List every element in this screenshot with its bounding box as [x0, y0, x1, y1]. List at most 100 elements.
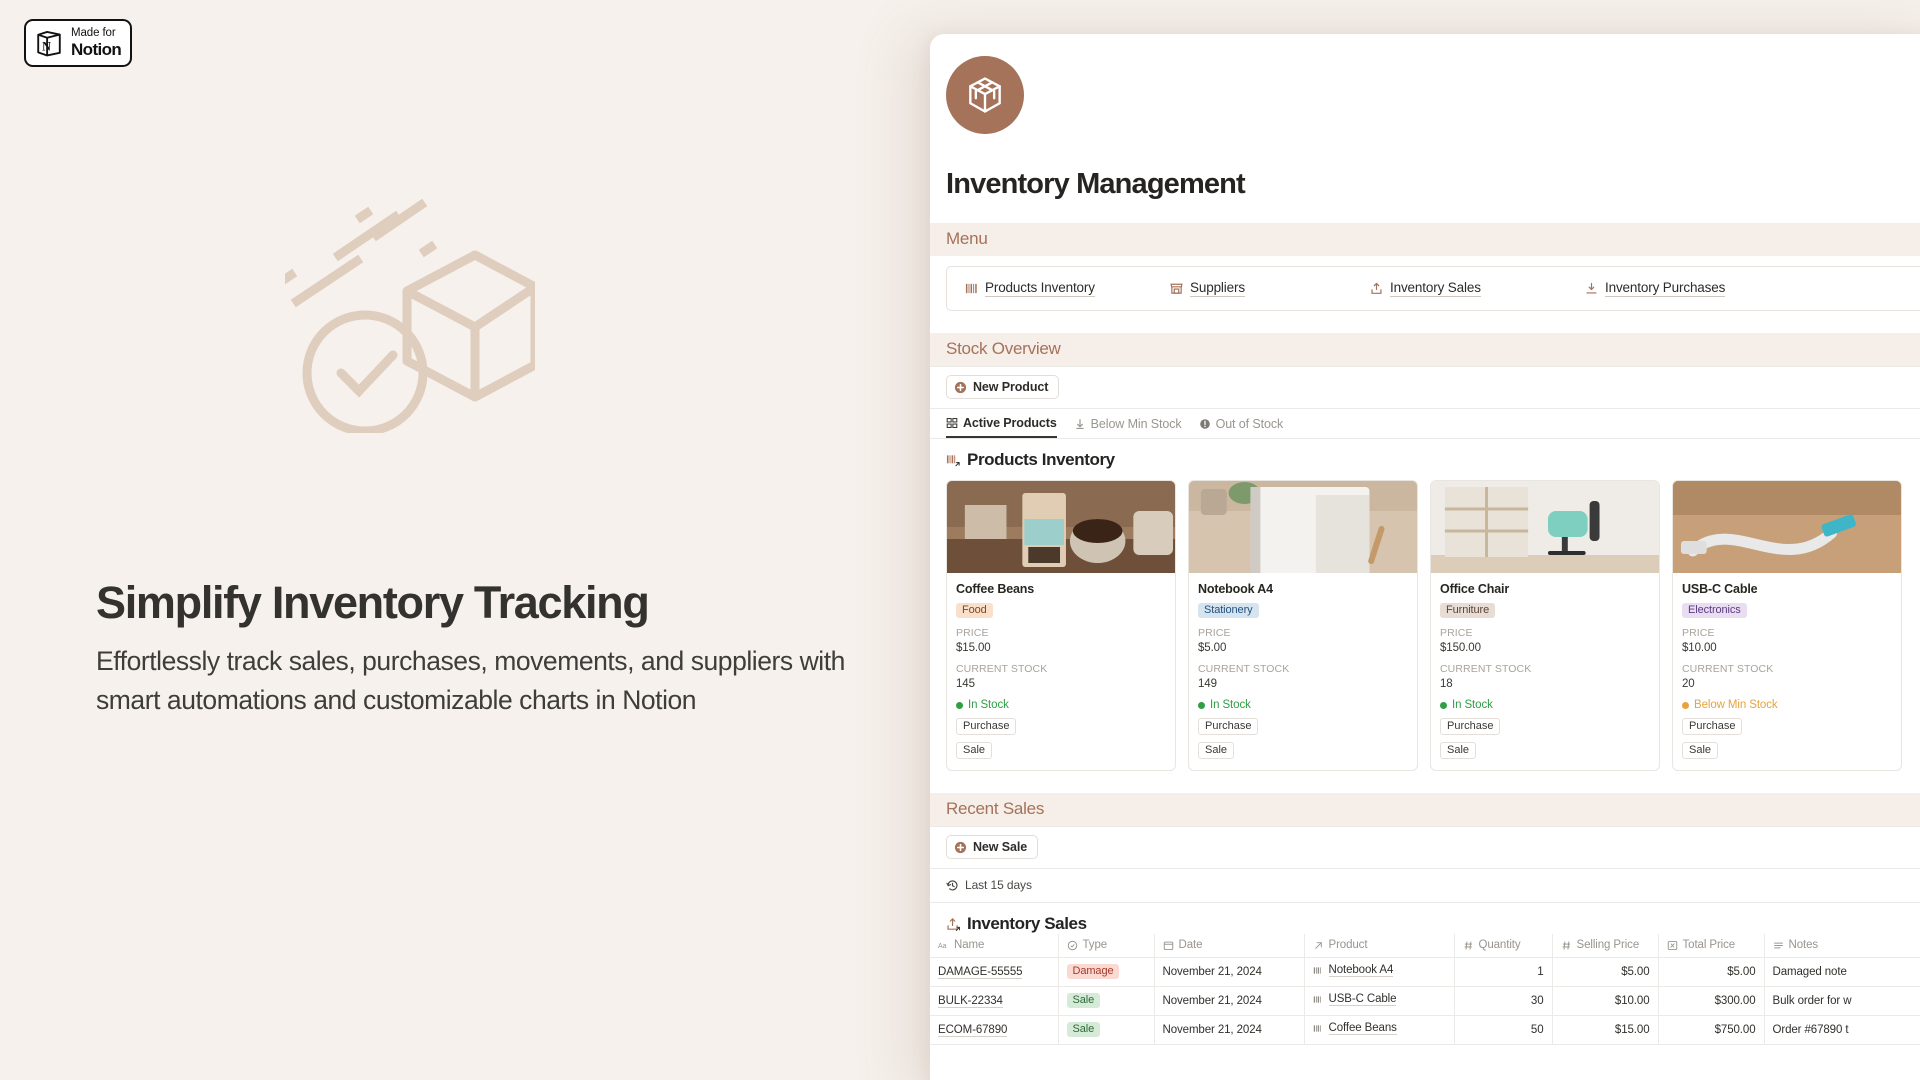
product-price: $15.00 [956, 642, 991, 654]
badge-notion-label: Notion [71, 39, 122, 59]
product-category-tag: Electronics [1682, 603, 1747, 618]
status-label: Below Min Stock [1694, 699, 1778, 711]
time-filter[interactable]: Last 15 days [930, 869, 1920, 902]
purchase-relation-pill[interactable]: Purchase [1682, 718, 1743, 735]
new-sale-button[interactable]: New Sale [946, 835, 1039, 859]
sale-relation-pill[interactable]: Sale [1440, 742, 1477, 759]
status-dot-icon [1440, 701, 1447, 709]
cell-total-price: $750.00 [1658, 1015, 1765, 1045]
table-row[interactable]: ECOM-67890 Sale November 21, 2024 Coffee… [930, 1015, 1920, 1045]
status-label: In Stock [1210, 699, 1251, 711]
column-header-type[interactable]: Type [1058, 934, 1155, 958]
cell-quantity: 30 [1454, 986, 1553, 1016]
sales-toolbar: New Sale [930, 827, 1920, 868]
purchase-relation-pill[interactable]: Purchase [1198, 718, 1259, 735]
new-product-button[interactable]: New Product [946, 375, 1060, 399]
barcode-icon [965, 283, 977, 294]
hero-subtitle: Effortlessly track sales, purchases, mov… [96, 646, 845, 715]
column-header-date[interactable]: Date [1154, 934, 1305, 958]
purchase-relation-pill[interactable]: Purchase [956, 718, 1017, 735]
barcode-icon [1313, 967, 1321, 974]
hero-title: Simplify Inventory Tracking [96, 577, 650, 628]
price-field-label: PRICE [1682, 627, 1715, 639]
upload-box-icon [947, 917, 960, 931]
number-hash-icon [1562, 941, 1570, 949]
product-stock: 20 [1682, 678, 1695, 690]
sale-relation-pill[interactable]: Sale [1198, 742, 1235, 759]
menu-item-suppliers[interactable]: Suppliers [1170, 280, 1370, 297]
made-for-notion-badge: N Made for Notion [24, 19, 132, 67]
page-title: Inventory Management [946, 168, 1246, 200]
column-header-quantity[interactable]: Quantity [1454, 934, 1553, 958]
cell-name[interactable]: BULK-22334 [930, 986, 1059, 1016]
stock-field-label: CURRENT STOCK [956, 663, 1048, 675]
product-card[interactable]: Coffee Beans Food PRICE $15.00 CURRENT S… [946, 480, 1176, 771]
package-box-icon [969, 77, 1001, 113]
barcode-icon [1313, 1025, 1321, 1032]
cell-name[interactable]: DAMAGE-55555 [930, 957, 1059, 987]
stock-field-label: CURRENT STOCK [1440, 663, 1532, 675]
view-tab-label: Out of Stock [1215, 417, 1284, 431]
new-sale-label: New Sale [973, 840, 1028, 854]
text-lines-icon [1773, 942, 1783, 948]
inventory-sales-db-title: Inventory Sales [967, 914, 1087, 933]
sale-relation-pill[interactable]: Sale [1682, 742, 1719, 759]
store-icon [1170, 283, 1183, 294]
menu-item-inventory-purchases[interactable]: Inventory Purchases [1585, 280, 1725, 297]
status-dot-icon [956, 701, 963, 709]
menu-item-label: Inventory Sales [1390, 280, 1481, 297]
cell-quantity: 50 [1454, 1015, 1553, 1045]
svg-text:N: N [42, 40, 51, 54]
purchase-relation-pill[interactable]: Purchase [1440, 718, 1501, 735]
product-card[interactable]: USB-C Cable Electronics PRICE $10.00 CUR… [1672, 480, 1902, 771]
cell-total-price: $5.00 [1658, 957, 1765, 987]
menu-card: Products Inventory Suppliers Inventory S… [946, 266, 1920, 311]
products-inventory-db-title: Products Inventory [967, 450, 1115, 469]
product-price: $10.00 [1682, 642, 1717, 654]
cell-product[interactable]: USB-C Cable [1304, 986, 1455, 1016]
table-row[interactable]: DAMAGE-55555 Damage November 21, 2024 No… [930, 957, 1920, 987]
product-name: USB-C Cable [1682, 582, 1758, 596]
coffee-beans-photo [947, 481, 1175, 573]
cell-notes: Damaged note [1764, 957, 1920, 987]
cell-notes: Order #67890 t [1764, 1015, 1920, 1045]
view-tab-active-products[interactable]: Active Products [946, 416, 1057, 438]
column-header-notes[interactable]: Notes [1764, 934, 1920, 958]
sale-relation-pill[interactable]: Sale [956, 742, 993, 759]
recent-sales-section-title: Recent Sales [946, 799, 1045, 818]
stock-view-tabs: Active Products Below Min Stock Out of S… [930, 409, 1920, 438]
screenshot-root: N Made for Notion Simplify Inventory Tra… [0, 0, 1920, 1080]
cell-product[interactable]: Coffee Beans [1304, 1015, 1455, 1045]
cell-type: Sale [1058, 1015, 1155, 1045]
product-card[interactable]: Office Chair Furniture PRICE $150.00 CUR… [1430, 480, 1660, 771]
table-row[interactable]: BULK-22334 Sale November 21, 2024 USB-C … [930, 986, 1920, 1016]
product-category-tag: Furniture [1440, 603, 1496, 618]
column-header-total-price[interactable]: Total Price [1658, 934, 1765, 958]
cell-name[interactable]: ECOM-67890 [930, 1015, 1059, 1045]
products-gallery: Coffee Beans Food PRICE $15.00 CURRENT S… [930, 470, 1920, 771]
product-name: Notebook A4 [1198, 582, 1273, 596]
menu-item-inventory-sales[interactable]: Inventory Sales [1370, 280, 1585, 297]
cell-product[interactable]: Notebook A4 [1304, 957, 1455, 987]
product-category-tag: Food [956, 603, 993, 618]
view-tab-below-min-stock[interactable]: Below Min Stock [1074, 417, 1182, 437]
usb-cable-photo [1673, 481, 1901, 573]
cell-date: November 21, 2024 [1154, 986, 1305, 1016]
status-label: In Stock [968, 699, 1009, 711]
relation-arrow-icon [1314, 941, 1322, 949]
svg-text:Aa: Aa [938, 942, 947, 949]
view-tab-out-of-stock[interactable]: Out of Stock [1199, 417, 1284, 437]
menu-item-label: Products Inventory [985, 280, 1095, 297]
gallery-grid-icon [946, 418, 958, 428]
product-stock: 18 [1440, 678, 1453, 690]
notion-page-panel: Inventory Management Menu Products Inven… [930, 34, 1920, 1080]
barcode-icon [1313, 996, 1321, 1003]
product-card[interactable]: Notebook A4 Stationery PRICE $5.00 CURRE… [1188, 480, 1418, 771]
cell-notes: Bulk order for w [1764, 986, 1920, 1016]
menu-item-products-inventory[interactable]: Products Inventory [965, 280, 1170, 297]
column-header-selling-price[interactable]: Selling Price [1552, 934, 1659, 958]
column-header-name[interactable]: Aa Name [930, 934, 1059, 958]
column-header-product[interactable]: Product [1304, 934, 1455, 958]
stock-overview-section-title: Stock Overview [946, 339, 1061, 358]
cell-quantity: 1 [1454, 957, 1553, 987]
